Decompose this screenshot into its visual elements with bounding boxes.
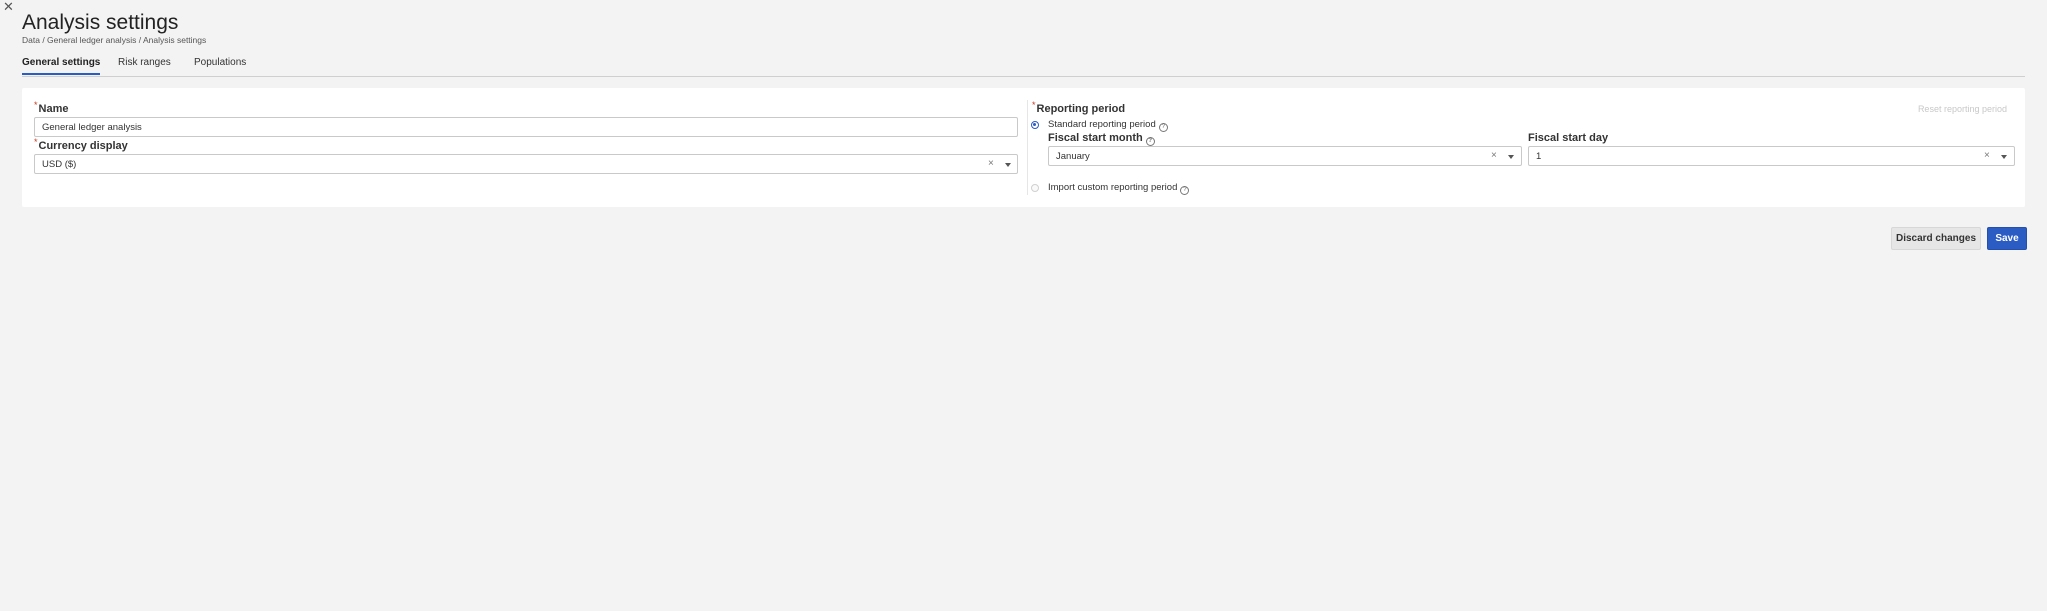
clear-icon[interactable]: ×: [1984, 150, 1990, 161]
help-icon[interactable]: ?: [1158, 123, 1168, 132]
name-input[interactable]: General ledger analysis: [34, 117, 1018, 137]
general-settings-panel: *Name General ledger analysis *Currency …: [22, 88, 2025, 207]
tab-populations[interactable]: Populations: [194, 57, 246, 74]
breadcrumb: Data / General ledger analysis / Analysi…: [22, 35, 207, 45]
currency-display-select[interactable]: USD ($) ×: [34, 154, 1018, 174]
clear-icon[interactable]: ×: [988, 158, 994, 169]
currency-display-value: USD ($): [42, 159, 77, 170]
page-title: Analysis settings: [22, 11, 179, 34]
close-icon[interactable]: ✕: [3, 0, 14, 14]
discard-changes-button[interactable]: Discard changes: [1891, 227, 1981, 250]
reset-reporting-period-button[interactable]: Reset reporting period: [1918, 104, 2007, 114]
chevron-down-icon[interactable]: [1005, 163, 1011, 167]
chevron-down-icon[interactable]: [1508, 155, 1514, 159]
required-mark: *: [34, 137, 38, 147]
required-mark: *: [34, 100, 38, 110]
tab-general-settings[interactable]: General settings: [22, 57, 101, 75]
fiscal-start-month-label: Fiscal start month?: [1048, 132, 1155, 146]
tab-bar: General settings Risk ranges Populations: [22, 55, 2025, 77]
chevron-down-icon[interactable]: [2001, 155, 2007, 159]
required-mark: *: [1032, 100, 1036, 110]
standard-reporting-period-option: Standard reporting period?: [1048, 119, 1168, 132]
fiscal-start-day-value: 1: [1536, 151, 1542, 162]
standard-reporting-period-radio[interactable]: [1031, 121, 1039, 129]
fiscal-start-month-value: January: [1056, 151, 1090, 162]
currency-display-label: *Currency display: [34, 137, 128, 152]
column-divider: [1027, 100, 1028, 195]
save-button[interactable]: Save: [1987, 227, 2027, 250]
name-label: *Name: [34, 100, 69, 115]
fiscal-start-day-label: Fiscal start day: [1528, 132, 1609, 144]
name-input-value: General ledger analysis: [42, 122, 142, 133]
reporting-period-label: *Reporting period: [1032, 100, 1126, 115]
import-custom-reporting-period-option: Import custom reporting period?: [1048, 182, 1190, 195]
help-icon[interactable]: ?: [1145, 137, 1155, 146]
clear-icon[interactable]: ×: [1491, 150, 1497, 161]
fiscal-start-month-select[interactable]: January ×: [1048, 146, 1522, 166]
import-custom-reporting-period-radio[interactable]: [1031, 184, 1039, 192]
tab-risk-ranges[interactable]: Risk ranges: [118, 57, 171, 74]
fiscal-start-day-select[interactable]: 1 ×: [1528, 146, 2015, 166]
help-icon[interactable]: ?: [1180, 186, 1190, 195]
